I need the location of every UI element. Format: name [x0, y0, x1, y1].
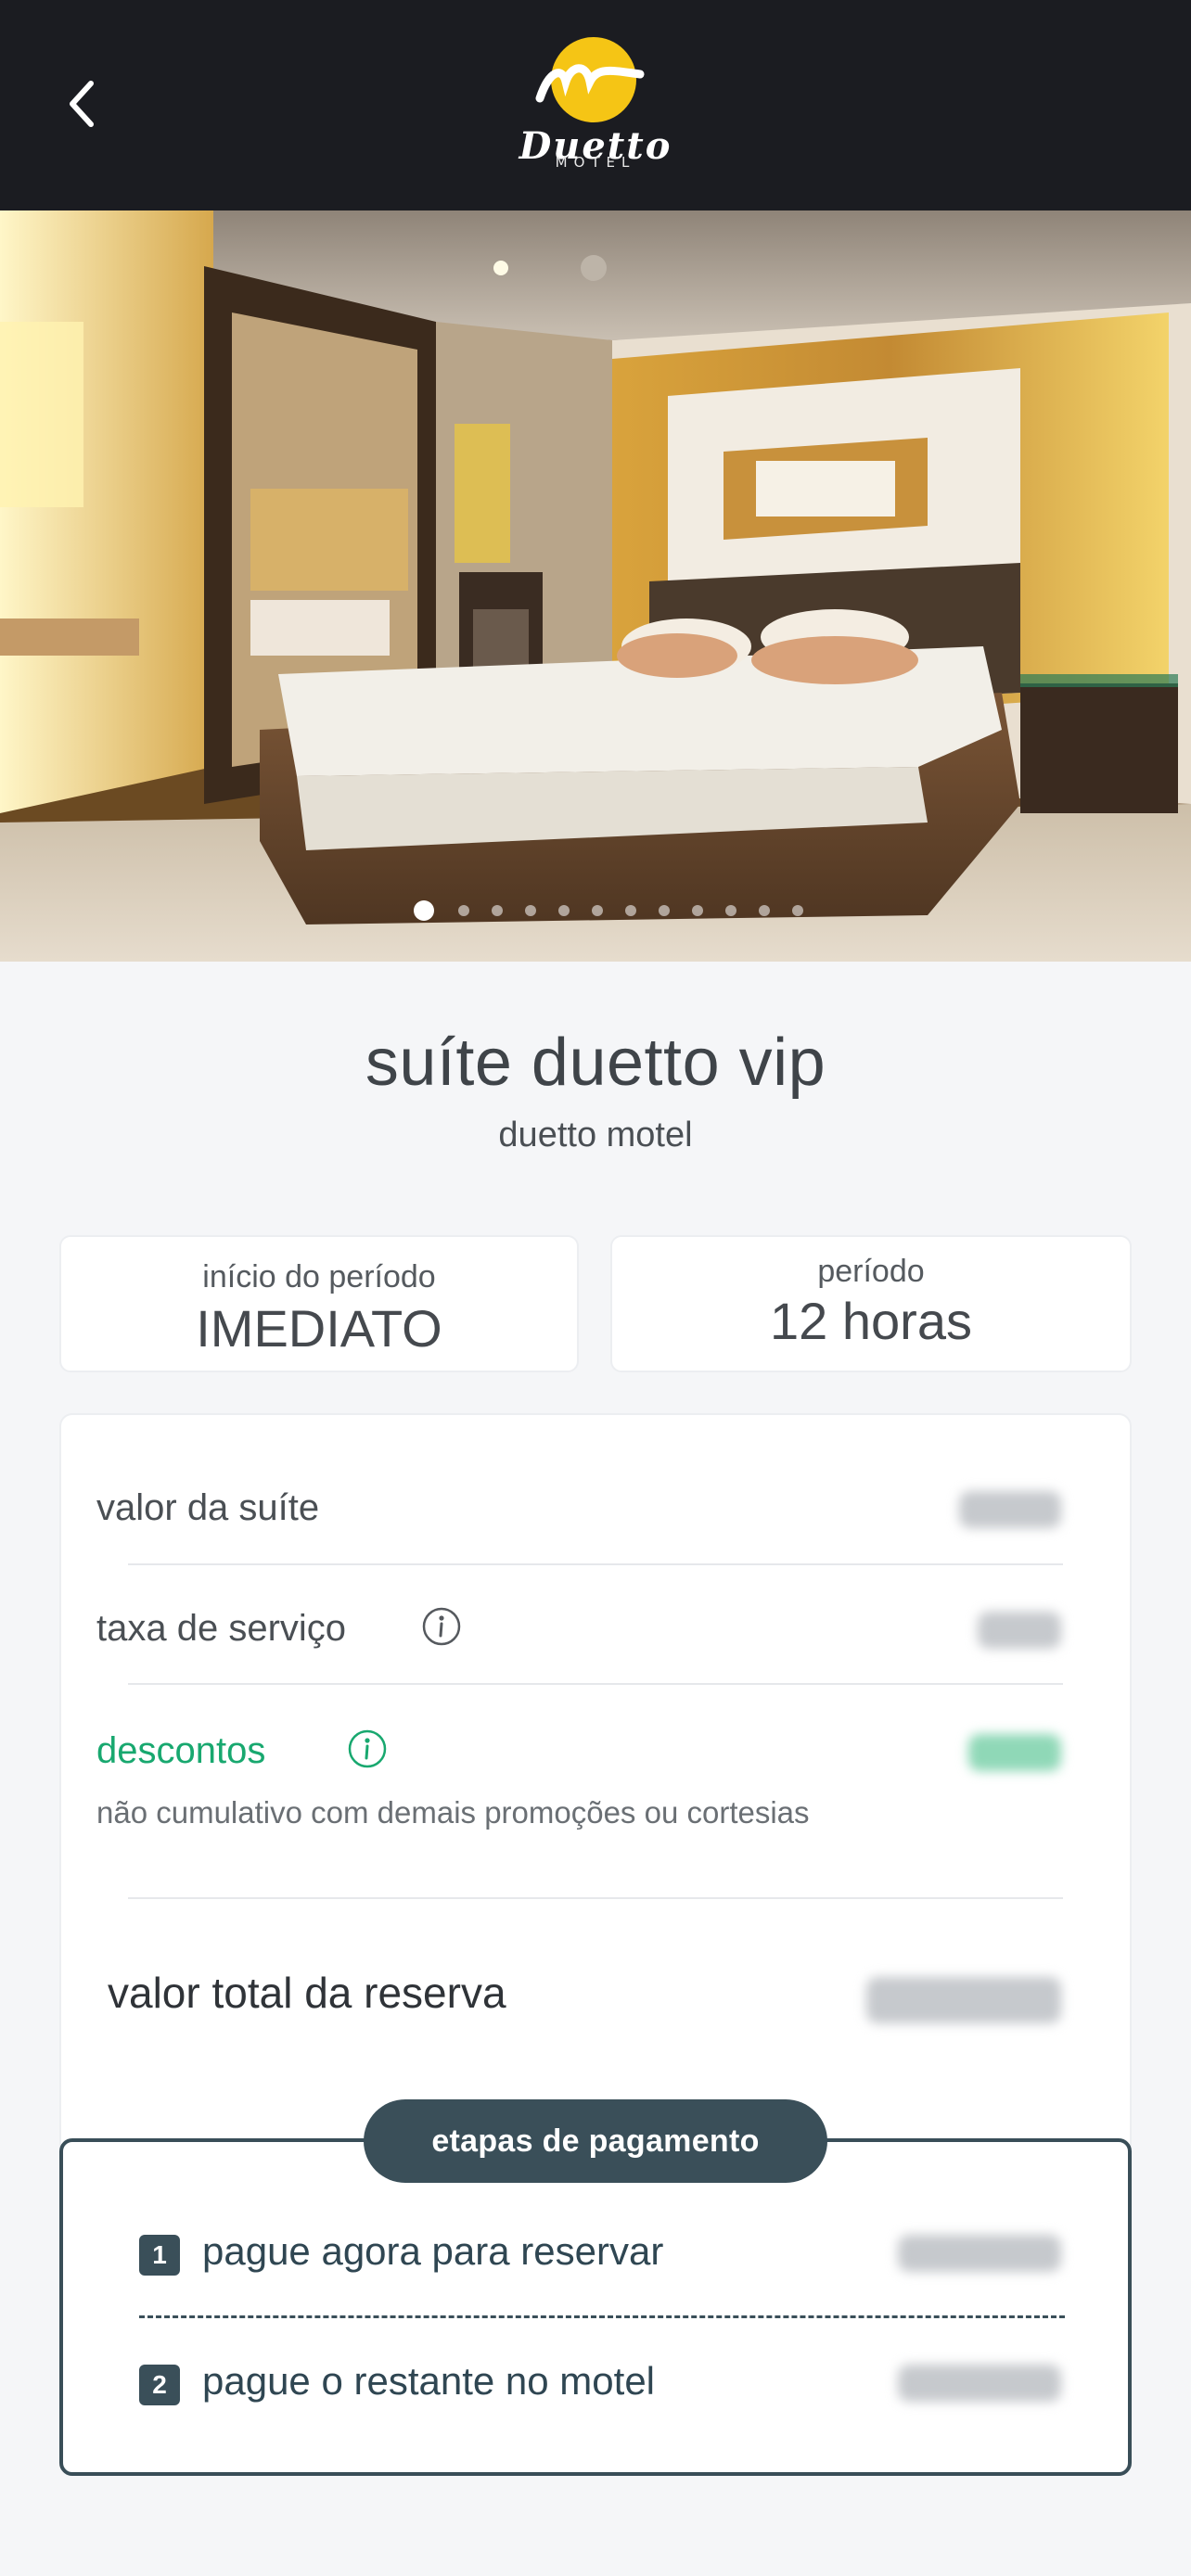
logo-emblem [535, 37, 645, 122]
period-duration-label: período [817, 1254, 925, 1289]
chevron-left-icon [70, 81, 94, 127]
carousel-pagination[interactable] [0, 897, 1191, 925]
app-header: Duetto MOTEL [0, 0, 1191, 210]
back-button[interactable] [54, 76, 109, 132]
pagination-dots [414, 900, 803, 921]
discounts-amount-hidden [968, 1734, 1061, 1771]
service-fee-info-icon[interactable] [421, 1606, 462, 1647]
payment-steps-header: etapas de pagamento [364, 2099, 827, 2183]
suite-photo-carousel[interactable] [0, 210, 1191, 962]
discounts-note: não cumulativo com demais promoções ou c… [96, 1795, 810, 1830]
divider [128, 1563, 1063, 1565]
motel-name: duetto motel [498, 1116, 693, 1154]
suite-value-amount-hidden [959, 1491, 1061, 1528]
period-start-label: início do período [202, 1259, 436, 1294]
service-fee-label: taxa de serviço [96, 1608, 347, 1649]
period-start-card[interactable]: início do período IMEDIATO [59, 1235, 579, 1372]
discounts-label: descontos [96, 1730, 266, 1771]
period-duration-card[interactable]: período 12 horas [610, 1235, 1132, 1372]
suite-value-label: valor da suíte [96, 1487, 320, 1528]
discounts-info-icon[interactable] [347, 1728, 388, 1769]
step2-amount-hidden [898, 2365, 1061, 2402]
divider [128, 1683, 1063, 1685]
period-start-value: IMEDIATO [196, 1299, 442, 1358]
service-fee-amount-hidden [978, 1612, 1061, 1649]
duetto-logo: Duetto MOTEL [501, 33, 690, 172]
step2-label: pague o restante no motel [202, 2359, 656, 2403]
payment-steps-box [59, 2138, 1132, 2476]
suite-title: suíte duetto vip [365, 1026, 826, 1100]
logo-subtext: MOTEL [555, 154, 636, 171]
divider [128, 1897, 1063, 1899]
step1-amount-hidden [898, 2235, 1061, 2272]
steps-divider [139, 2315, 1065, 2318]
total-amount-hidden [866, 1977, 1061, 2023]
suite-photo [0, 210, 1191, 962]
step1-label: pague agora para reservar [202, 2229, 664, 2273]
step1-badge: 1 [139, 2235, 180, 2276]
total-label: valor total da reserva [108, 1969, 506, 2017]
step2-badge: 2 [139, 2365, 180, 2405]
period-duration-value: 12 horas [770, 1292, 972, 1350]
